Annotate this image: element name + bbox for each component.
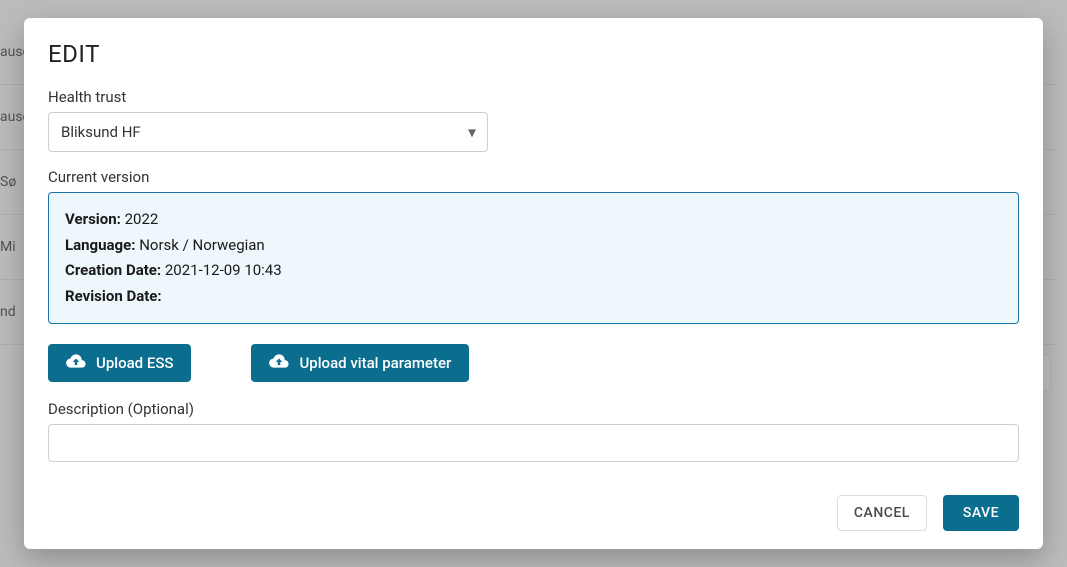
language-key: Language: — [65, 236, 135, 254]
health-trust-select-box[interactable]: Bliksund HF — [48, 112, 488, 152]
upload-vital-label: Upload vital parameter — [299, 354, 451, 372]
current-version-label: Current version — [48, 168, 1019, 186]
version-line: Version: 2022 — [65, 207, 1002, 233]
cancel-button[interactable]: CANCEL — [837, 495, 927, 531]
upload-button-row: Upload ESS Upload vital parameter — [48, 344, 1019, 382]
health-trust-label: Health trust — [48, 88, 1019, 106]
upload-ess-label: Upload ESS — [96, 354, 173, 372]
creation-date-line: Creation Date: 2021-12-09 10:43 — [65, 258, 1002, 284]
chevron-down-icon: ▾ — [468, 123, 476, 142]
creation-date-value: 2021-12-09 10:43 — [165, 261, 282, 279]
cloud-upload-icon — [269, 353, 289, 373]
edit-modal: EDIT Health trust Bliksund HF ▾ Current … — [24, 18, 1043, 549]
upload-ess-button[interactable]: Upload ESS — [48, 344, 191, 382]
health-trust-select[interactable]: Bliksund HF ▾ — [48, 112, 488, 152]
modal-footer: CANCEL SAVE — [48, 483, 1019, 531]
save-button[interactable]: SAVE — [943, 495, 1019, 531]
revision-date-line: Revision Date: — [65, 284, 1002, 310]
description-input[interactable] — [48, 424, 1019, 462]
language-value: Norsk / Norwegian — [139, 236, 265, 254]
language-line: Language: Norsk / Norwegian — [65, 233, 1002, 259]
version-key: Version: — [65, 210, 121, 228]
revision-date-key: Revision Date: — [65, 287, 162, 305]
current-version-box: Version: 2022 Language: Norsk / Norwegia… — [48, 192, 1019, 324]
modal-title: EDIT — [48, 40, 1019, 68]
creation-date-key: Creation Date: — [65, 261, 161, 279]
health-trust-value: Bliksund HF — [61, 123, 141, 141]
cloud-upload-icon — [66, 353, 86, 373]
description-label: Description (Optional) — [48, 400, 1019, 418]
upload-vital-parameter-button[interactable]: Upload vital parameter — [251, 344, 469, 382]
version-value: 2022 — [125, 210, 159, 228]
